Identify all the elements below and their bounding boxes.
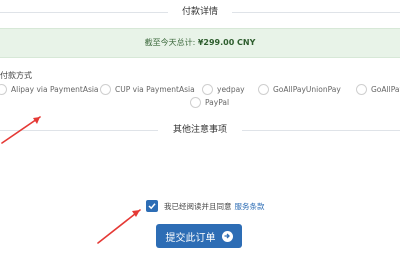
annotation-arrowhead [132,210,140,217]
payment-option-label: GoAllPayUnionPay [273,85,341,94]
other-notes-header: 其他注意事项 [0,122,400,138]
payment-option-goallpay[interactable]: GoAllPay [356,84,400,95]
terms-link[interactable]: 服务条款 [235,201,265,212]
terms-agreement: 我已经阅读并且同意 服务条款 [146,200,265,212]
terms-text: 我已经阅读并且同意 [164,201,232,211]
payment-option-alipay[interactable]: Alipay via PaymentAsia [0,84,99,95]
radio-button[interactable] [258,84,269,95]
radio-button[interactable] [190,97,201,108]
annotation-arrow-line [97,209,141,244]
payment-option-label: GoAllPay [371,85,400,94]
radio-button[interactable] [0,84,7,95]
payment-option-label: PayPal [205,98,230,107]
submit-order-label: 提交此订单 [165,232,216,244]
total-amount: ¥299.00 CNY [197,38,256,47]
payment-option-label: Alipay via PaymentAsia [11,85,99,94]
payment-details-title: 付款详情 [173,7,226,17]
arrow-right-icon [221,230,233,242]
payment-details-header: 付款详情 [0,4,400,20]
payment-option-yedpay[interactable]: yedpay [202,84,245,95]
radio-button[interactable] [100,84,111,95]
payment-option-paypal[interactable]: PayPal [190,97,229,108]
payment-option-goallpay-unionpay[interactable]: GoAllPayUnionPay [258,84,341,95]
payment-option-label: yedpay [217,85,245,94]
payment-method-options: Alipay via PaymentAsia CUP via PaymentAs… [0,84,400,98]
checkmark-icon [148,203,156,210]
submit-order-button[interactable]: 提交此订单 [156,224,242,248]
other-notes-title: 其他注意事项 [164,125,235,135]
terms-checkbox[interactable] [146,200,158,212]
radio-button[interactable] [356,84,367,95]
payment-method-label: 付款方式 [0,71,32,80]
payment-option-cup[interactable]: CUP via PaymentAsia [100,84,195,95]
total-label: 截至今天总计: [144,38,196,47]
payment-option-label: CUP via PaymentAsia [115,85,195,94]
radio-button[interactable] [202,84,213,95]
total-due-bar: 截至今天总计: ¥299.00 CNY [0,28,400,58]
